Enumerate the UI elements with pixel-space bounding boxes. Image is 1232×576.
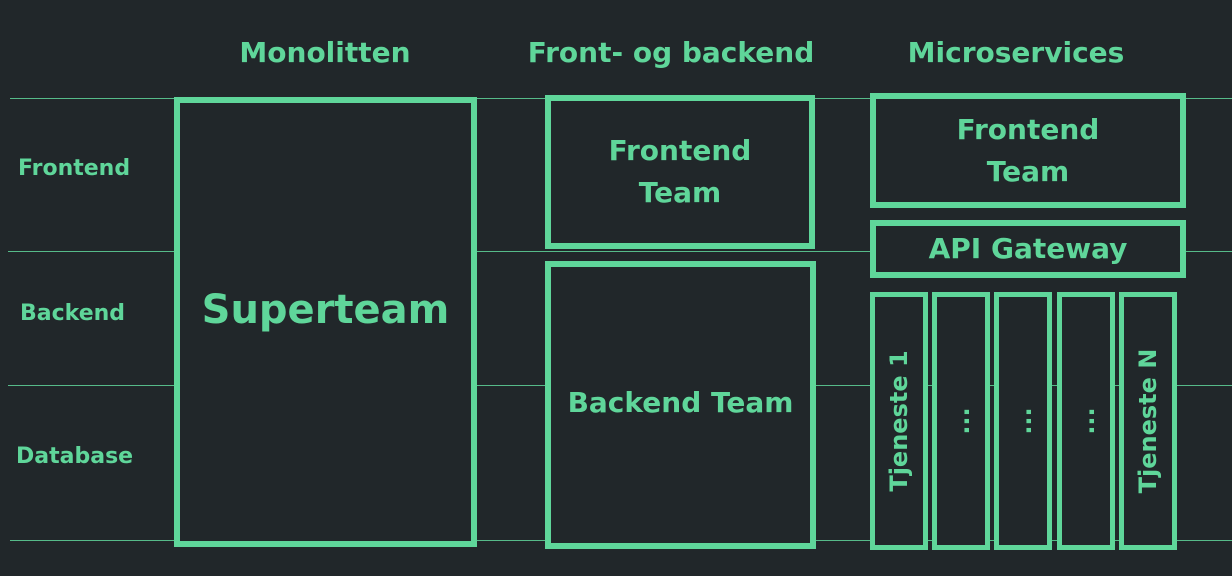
api-gateway-box: API Gateway bbox=[870, 220, 1186, 278]
service-label-n: Tjeneste N bbox=[1134, 348, 1162, 494]
service-label-1: Tjeneste 1 bbox=[885, 350, 913, 492]
superteam-label: Superteam bbox=[201, 287, 450, 333]
service-box-n: Tjeneste N bbox=[1119, 292, 1177, 550]
api-gateway-label: API Gateway bbox=[928, 232, 1128, 265]
service-box-1: Tjeneste 1 bbox=[870, 292, 928, 550]
column-title-monolith: Monolitten bbox=[239, 36, 411, 69]
frontend-team-label: Frontend Team bbox=[608, 134, 752, 209]
column-title-microservices: Microservices bbox=[907, 36, 1125, 69]
backend-team-label: Backend Team bbox=[567, 386, 794, 419]
row-label-database: Database bbox=[16, 444, 134, 469]
microservices-frontend-team-box: Frontend Team bbox=[870, 93, 1186, 208]
row-label-backend: Backend bbox=[20, 301, 126, 326]
service-box-2: ... bbox=[932, 292, 990, 550]
superteam-box: Superteam bbox=[174, 97, 477, 547]
column-title-front-back: Front- og backend bbox=[527, 36, 815, 69]
backend-team-box: Backend Team bbox=[545, 261, 816, 549]
service-box-3: ... bbox=[994, 292, 1052, 550]
service-label-2: ... bbox=[947, 407, 975, 435]
row-label-frontend: Frontend bbox=[18, 156, 131, 181]
frontend-team-box: Frontend Team bbox=[545, 95, 815, 249]
service-box-4: ... bbox=[1057, 292, 1115, 550]
microservices-frontend-team-label: Frontend Team bbox=[956, 112, 1100, 188]
service-label-4: ... bbox=[1072, 407, 1100, 435]
service-label-3: ... bbox=[1009, 407, 1037, 435]
